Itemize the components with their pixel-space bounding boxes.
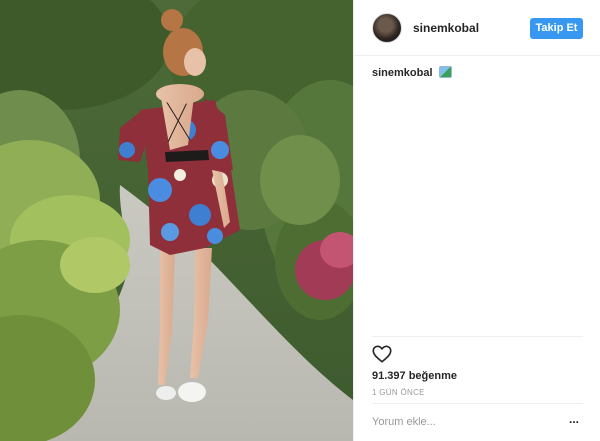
divider [372, 336, 583, 337]
post-timestamp[interactable]: 1 GÜN ÖNCE [372, 388, 425, 397]
flag-emoji-icon [438, 66, 452, 78]
more-options-button[interactable]: ... [563, 411, 585, 431]
post-header: sinemkobal Takip Et [354, 0, 600, 56]
post-details-panel: sinemkobal Takip Et sinemkobal 91.397 be… [353, 0, 600, 441]
author-username[interactable]: sinemkobal [413, 21, 479, 35]
follow-button[interactable]: Takip Et [530, 18, 583, 39]
heart-outline-icon[interactable] [371, 343, 393, 365]
profile-photo-icon[interactable] [372, 13, 402, 43]
post-photo[interactable] [0, 0, 353, 441]
caption-username[interactable]: sinemkobal [372, 67, 433, 79]
likes-count[interactable]: 91.397 beğenme [372, 370, 457, 382]
post-caption: sinemkobal [372, 66, 452, 79]
photo-illustration [0, 0, 353, 441]
divider [372, 403, 583, 404]
instagram-post: sinemkobal Takip Et sinemkobal 91.397 be… [0, 0, 600, 441]
comment-input[interactable] [372, 412, 552, 432]
